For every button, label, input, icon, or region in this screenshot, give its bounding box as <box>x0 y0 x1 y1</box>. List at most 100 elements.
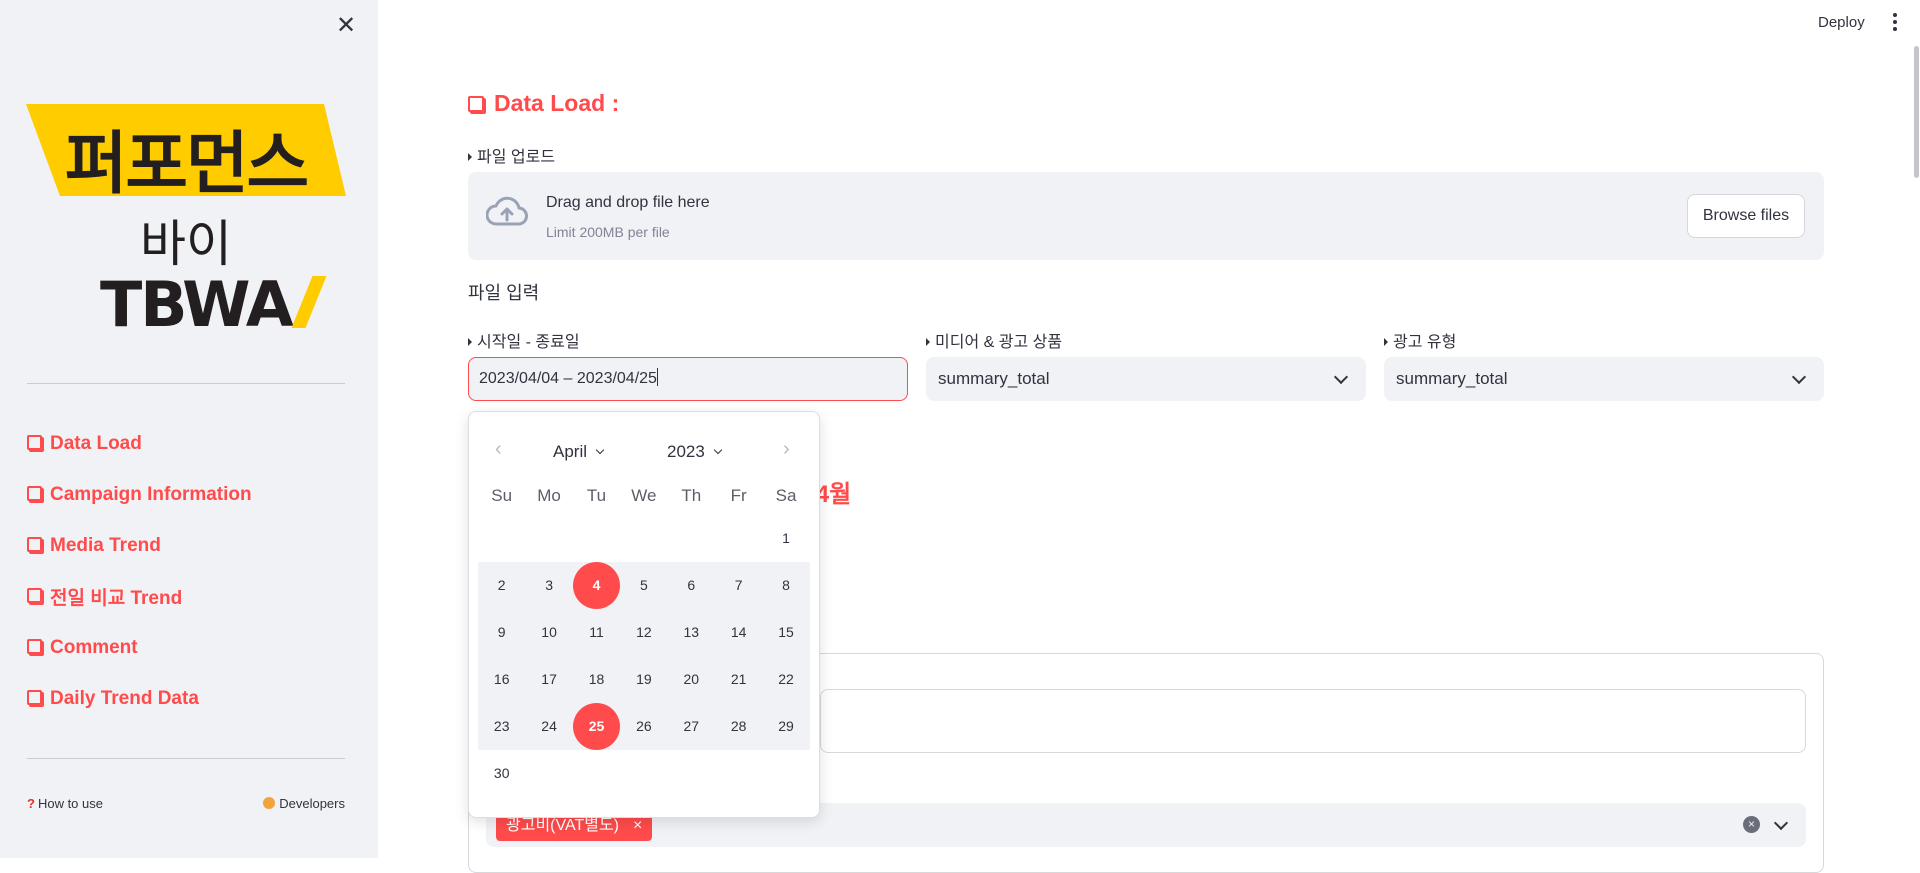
upload-label: 파일 업로드 <box>468 143 555 167</box>
calendar-day[interactable]: 4 <box>572 562 621 609</box>
sidebar-item-daily-trend-data[interactable]: Daily Trend Data <box>27 673 252 724</box>
calendar-day[interactable]: 16 <box>478 656 525 703</box>
calendar-empty-cell <box>525 750 572 797</box>
calendar-day-number: 2 <box>497 577 506 593</box>
calendar-day[interactable]: 14 <box>715 609 762 656</box>
calendar-day[interactable]: 12 <box>620 609 667 656</box>
calendar-day[interactable]: 27 <box>668 703 715 750</box>
sidebar-item-label: Comment <box>50 636 138 658</box>
chevron-down-icon[interactable] <box>1773 815 1789 831</box>
sidebar-item-media-trend[interactable]: Media Trend <box>27 520 252 571</box>
calendar-day-number: 28 <box>730 718 747 734</box>
sidebar-divider <box>27 758 345 759</box>
date-range-input[interactable]: 2023/04/04 – 2023/04/25 <box>468 357 908 401</box>
file-uploader[interactable]: Drag and drop file here Limit 200MB per … <box>468 172 1824 260</box>
how-to-use-label: How to use <box>37 796 103 811</box>
calendar-day[interactable]: 7 <box>715 562 762 609</box>
calendar-day[interactable]: 11 <box>573 609 620 656</box>
scrollbar[interactable] <box>1914 46 1919 178</box>
uploader-sub-text: Limit 200MB per file <box>546 224 670 240</box>
calendar-day[interactable]: 6 <box>668 562 715 609</box>
adtype-select[interactable]: summary_total <box>1384 357 1824 401</box>
sidebar: ✕ 퍼포먼스 바이 TBWA Data Load Campaign Inform… <box>0 0 378 858</box>
calendar-day[interactable]: 9 <box>478 609 525 656</box>
calendar-day[interactable]: 26 <box>620 703 667 750</box>
calendar-day[interactable]: 29 <box>762 703 809 750</box>
text-input[interactable] <box>820 689 1806 753</box>
weekday-header: Su Mo Tu We Th Fr Sa <box>478 486 810 506</box>
calendar-day-number: 11 <box>589 624 604 640</box>
sidebar-item-label: Daily Trend Data <box>50 687 199 709</box>
sidebar-item-prev-day-trend[interactable]: 전일 비교 Trend <box>27 571 252 622</box>
calendar-week: 30 <box>478 750 810 797</box>
checkbox-icon <box>27 486 42 501</box>
calendar-day-number: 19 <box>636 671 652 687</box>
calendar-day-number: 14 <box>730 624 747 640</box>
calendar-day[interactable]: 22 <box>762 656 809 703</box>
month-value: April <box>553 442 588 461</box>
calendar-empty-cell <box>573 750 620 797</box>
next-month-icon[interactable]: › <box>783 438 790 461</box>
calendar-day[interactable]: 28 <box>715 703 762 750</box>
calendar-week: 16 17 18 19 20 21 22 <box>478 656 810 703</box>
sidebar-nav: Data Load Campaign Information Media Tre… <box>27 418 252 724</box>
calendar-day[interactable]: 17 <box>525 656 572 703</box>
calendar-empty-cell <box>668 750 715 797</box>
year-select[interactable]: 2023 <box>667 442 723 462</box>
calendar-day[interactable]: 23 <box>478 703 525 750</box>
sidebar-item-label: 전일 비교 Trend <box>50 588 183 609</box>
calendar-day-number: 23 <box>493 718 510 734</box>
tag-remove-icon[interactable]: × <box>633 817 642 834</box>
clear-icon[interactable]: × <box>1743 816 1760 833</box>
calendar-day[interactable]: 19 <box>620 656 667 703</box>
calendar-empty-cell <box>762 750 809 797</box>
calendar-day[interactable]: 21 <box>715 656 762 703</box>
media-select[interactable]: summary_total <box>926 357 1366 401</box>
calendar-day[interactable]: 20 <box>668 656 715 703</box>
calendar-day-number: 29 <box>778 718 794 734</box>
kebab-menu-icon[interactable] <box>1893 13 1899 34</box>
calendar-day[interactable]: 24 <box>525 703 572 750</box>
sidebar-item-comment[interactable]: Comment <box>27 622 252 673</box>
sidebar-item-data-load[interactable]: Data Load <box>27 418 252 469</box>
close-sidebar-button[interactable]: ✕ <box>334 14 358 38</box>
sidebar-item-campaign-information[interactable]: Campaign Information <box>27 469 252 520</box>
adtype-label: 광고 유형 <box>1384 328 1456 352</box>
calendar-day[interactable]: 1 <box>762 515 809 562</box>
logo: 퍼포먼스 바이 TBWA <box>26 104 346 341</box>
prev-month-icon[interactable]: ‹ <box>495 438 502 461</box>
calendar-day[interactable]: 13 <box>668 609 715 656</box>
weekday-label: Tu <box>586 486 607 505</box>
logo-slash <box>291 276 327 328</box>
calendar-day[interactable]: 10 <box>525 609 572 656</box>
calendar-day-number: 26 <box>636 718 652 734</box>
calendar-day[interactable]: 8 <box>762 562 809 609</box>
developers-link[interactable]: Developers <box>263 796 345 811</box>
calendar-day-number: 24 <box>541 718 557 734</box>
calendar-day[interactable]: 30 <box>478 750 525 797</box>
date-label-text: 시작일 - 종료일 <box>477 334 580 351</box>
calendar-day[interactable]: 18 <box>573 656 620 703</box>
calendar-day-number: 10 <box>541 624 557 640</box>
caret-right-icon <box>926 338 930 346</box>
calendar-day-number: 1 <box>782 530 790 546</box>
calendar-day[interactable]: 15 <box>762 609 809 656</box>
calendar-empty-cell <box>478 515 525 562</box>
calendar-day[interactable]: 25 <box>572 703 621 750</box>
caret-right-icon <box>1384 338 1388 346</box>
deploy-button[interactable]: Deploy <box>1818 14 1865 31</box>
calendar-day[interactable]: 2 <box>478 562 525 609</box>
caret-right-icon <box>468 338 472 346</box>
how-to-use-link[interactable]: ? How to use <box>27 796 103 811</box>
checkbox-icon <box>27 690 42 705</box>
month-select[interactable]: April <box>553 442 605 462</box>
sidebar-item-label: Data Load <box>50 432 142 454</box>
calendar-empty-cell <box>573 515 620 562</box>
calendar-day[interactable]: 3 <box>525 562 572 609</box>
calendar-week: 9 10 11 12 13 14 15 <box>478 609 810 656</box>
calendar-day-number: 12 <box>636 624 652 640</box>
calendar-day[interactable]: 5 <box>620 562 667 609</box>
weekday-label: Mo <box>537 486 561 505</box>
browse-files-button[interactable]: Browse files <box>1687 194 1805 238</box>
uploader-main-text: Drag and drop file here <box>546 194 710 211</box>
